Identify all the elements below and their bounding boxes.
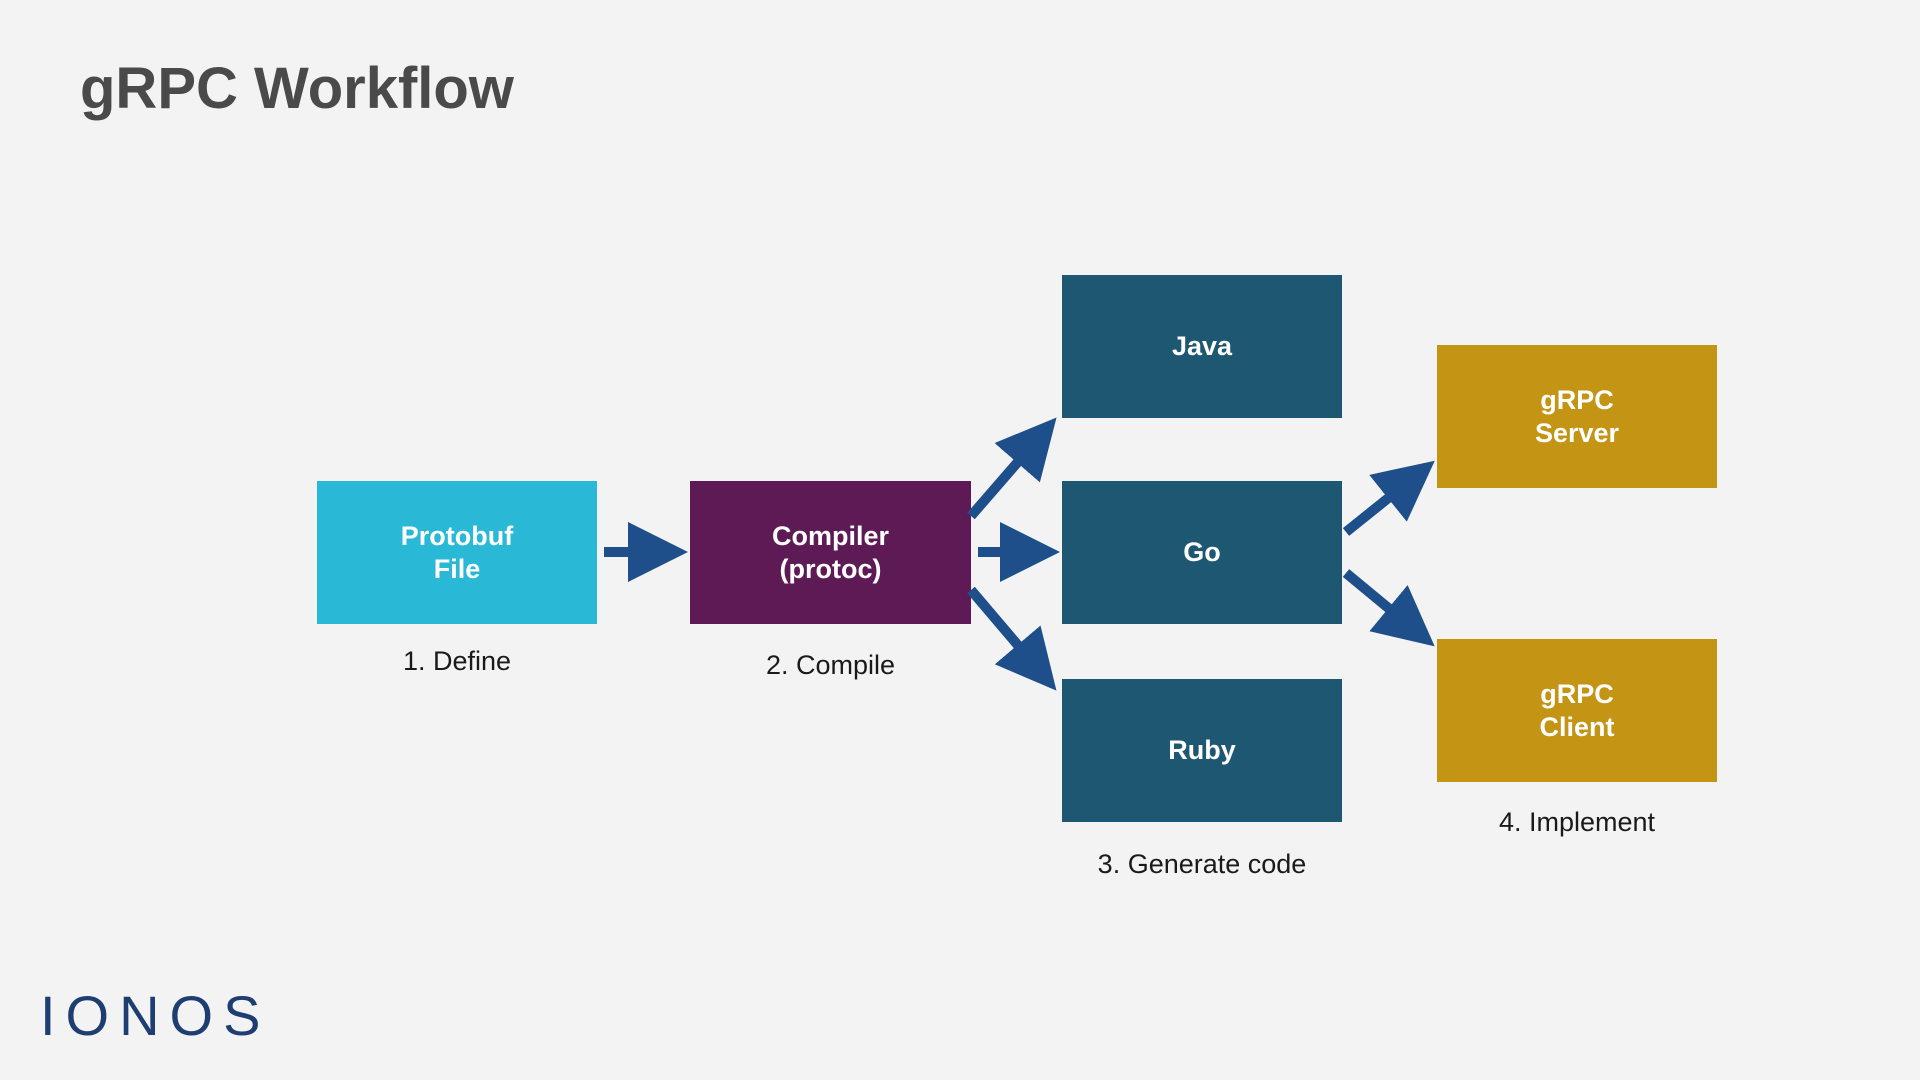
page-title: gRPC Workflow xyxy=(80,55,514,122)
box-java: Java xyxy=(1062,275,1342,418)
box-server-line2: Server xyxy=(1535,417,1619,449)
box-protobuf-line2: File xyxy=(434,553,481,585)
step-label-generate: 3. Generate code xyxy=(1062,849,1342,880)
arrow-go-to-client xyxy=(1346,573,1427,640)
box-compiler: Compiler (protoc) xyxy=(690,481,971,624)
box-protobuf-line1: Protobuf xyxy=(401,520,513,552)
box-ruby-label: Ruby xyxy=(1168,735,1236,766)
box-java-label: Java xyxy=(1172,331,1232,362)
box-client-line1: gRPC xyxy=(1540,678,1614,710)
arrow-compiler-to-ruby xyxy=(971,590,1050,683)
box-protobuf-file: Protobuf File xyxy=(317,481,597,624)
box-grpc-client: gRPC Client xyxy=(1437,639,1717,782)
box-ruby: Ruby xyxy=(1062,679,1342,822)
box-grpc-server: gRPC Server xyxy=(1437,345,1717,488)
ionos-logo: IONOS xyxy=(40,983,270,1048)
box-go: Go xyxy=(1062,481,1342,624)
arrow-go-to-server xyxy=(1346,467,1427,532)
box-server-line1: gRPC xyxy=(1540,384,1614,416)
step-label-define: 1. Define xyxy=(317,646,597,677)
step-label-compile: 2. Compile xyxy=(690,650,971,681)
step-label-implement: 4. Implement xyxy=(1437,807,1717,838)
box-compiler-line2: (protoc) xyxy=(780,553,882,585)
arrow-compiler-to-java xyxy=(971,425,1050,516)
box-client-line2: Client xyxy=(1539,711,1614,743)
box-go-label: Go xyxy=(1183,537,1221,568)
box-compiler-line1: Compiler xyxy=(772,520,889,552)
